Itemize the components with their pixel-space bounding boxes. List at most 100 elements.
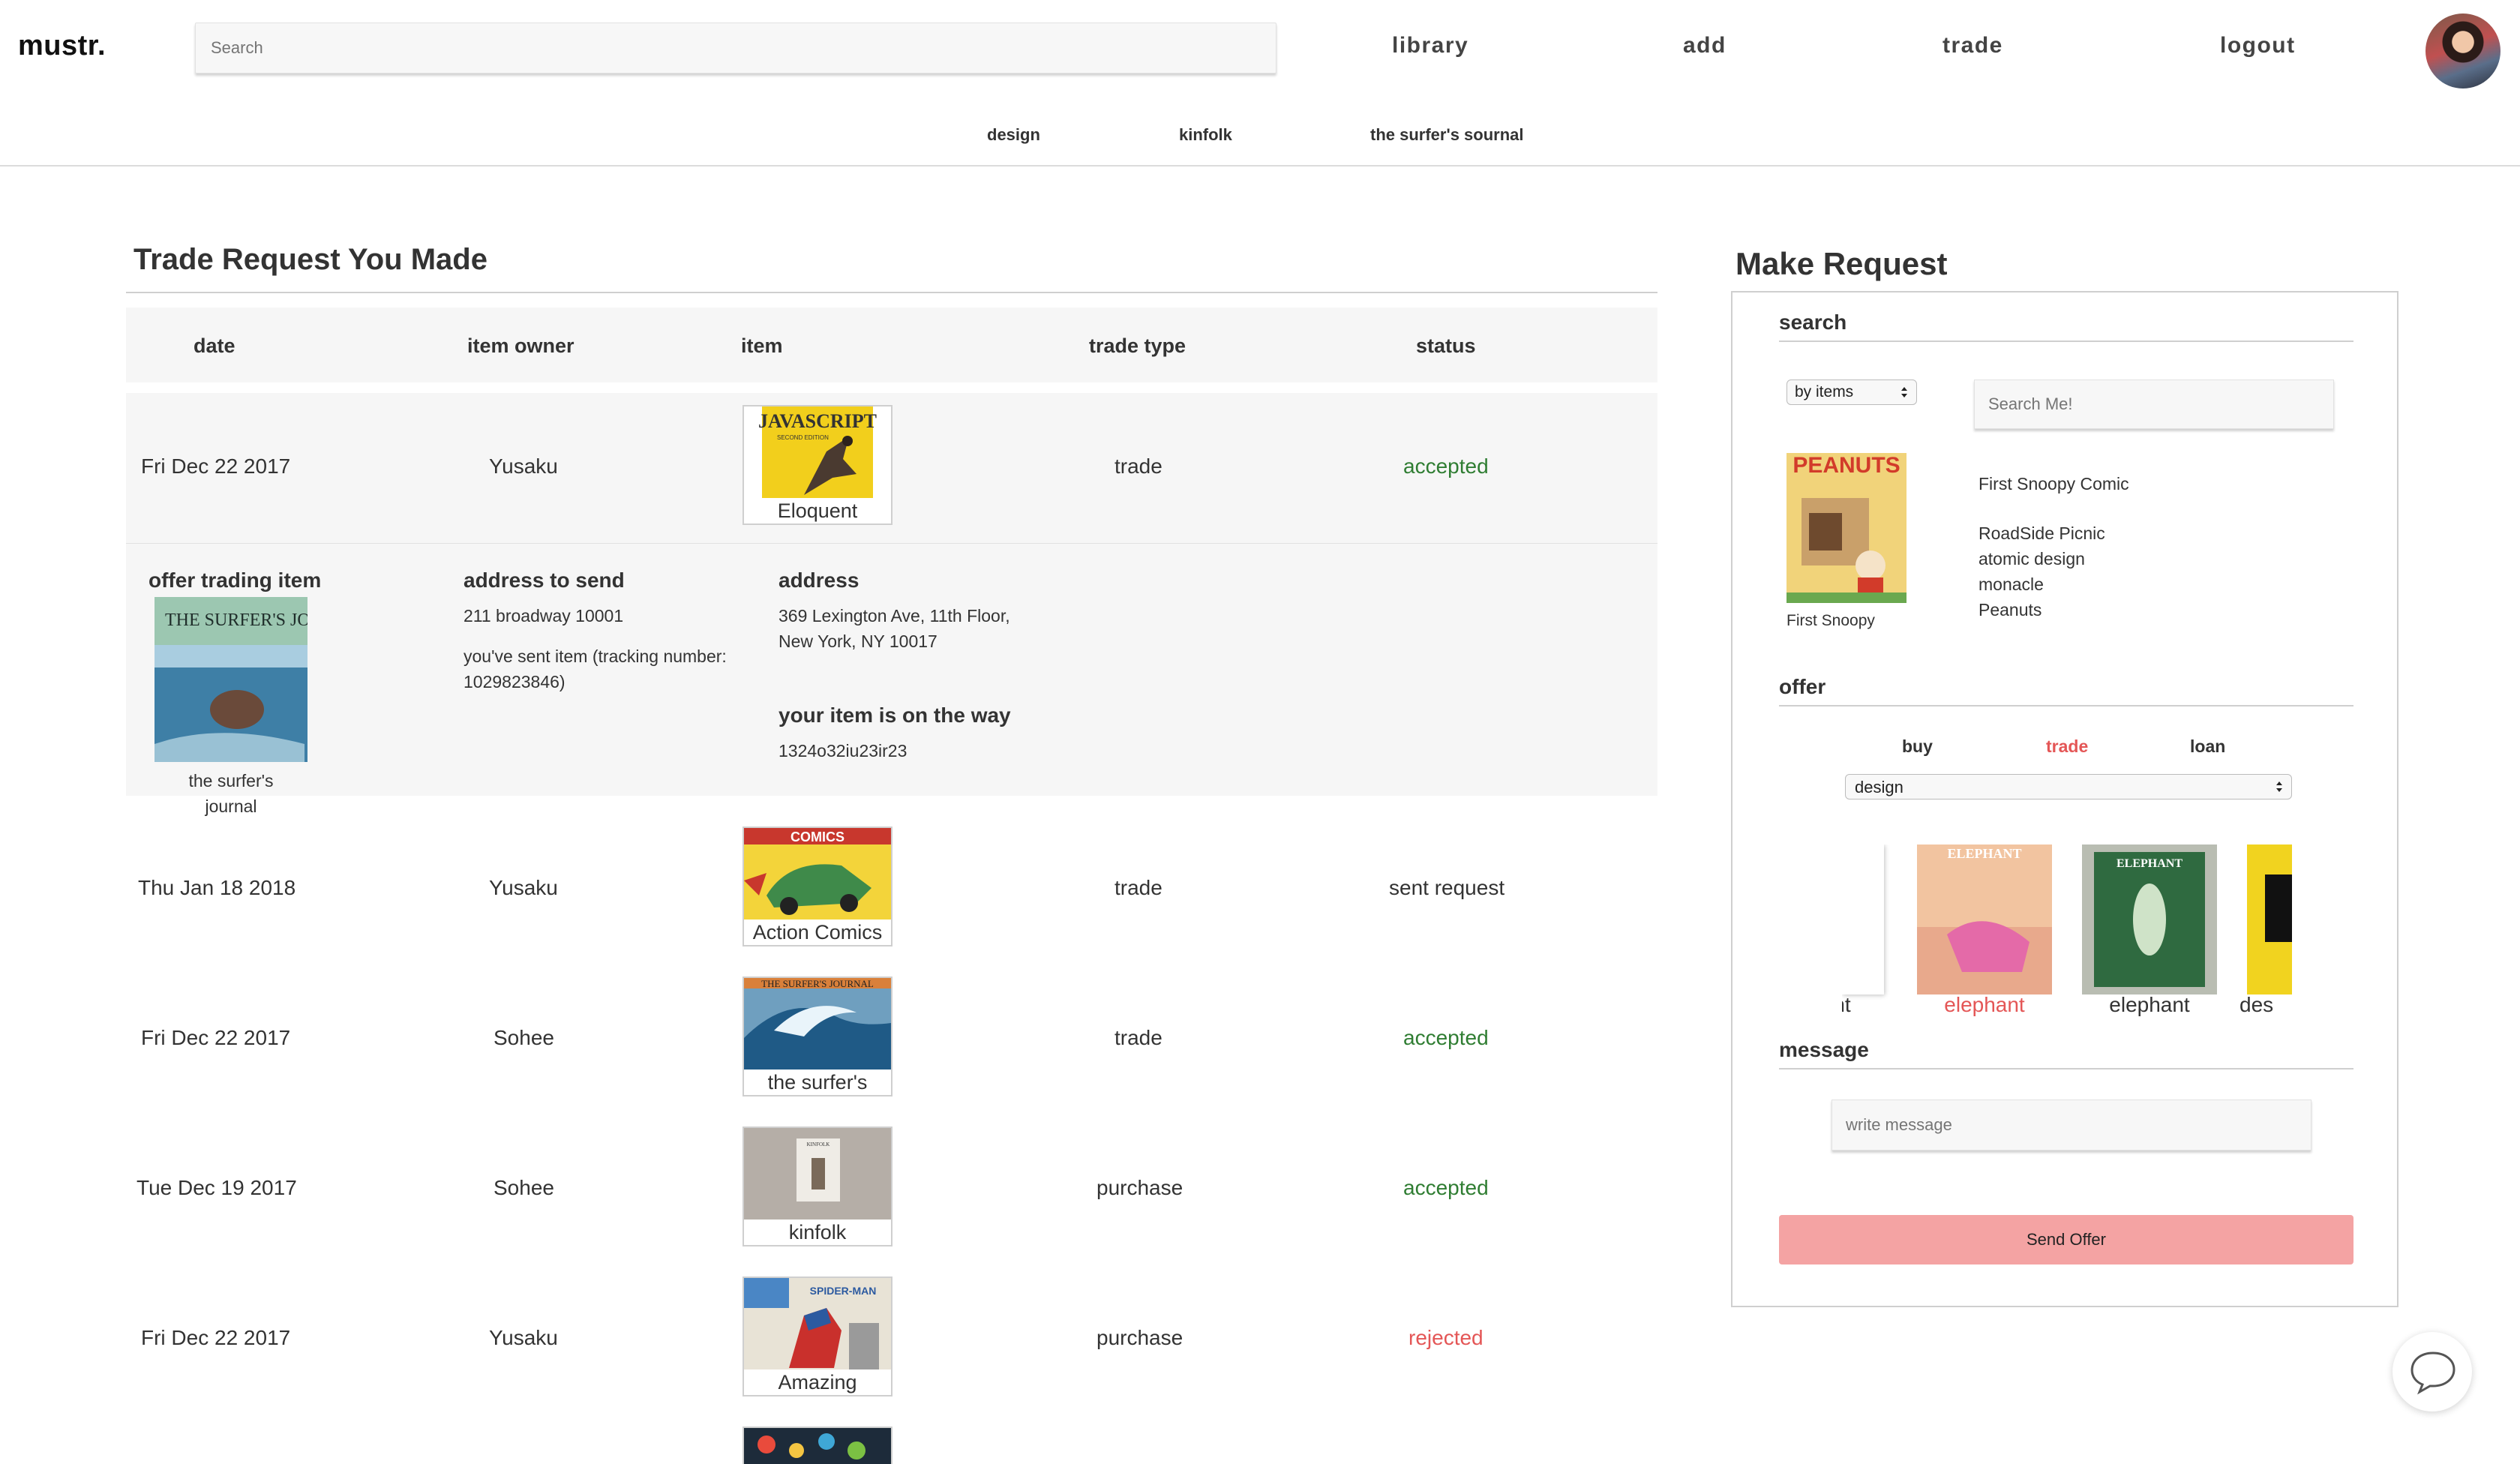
address-line-2: New York, NY 10017: [778, 632, 938, 651]
search-mode-select[interactable]: by items: [1786, 380, 1917, 405]
message-field[interactable]: [1832, 1100, 2312, 1150]
message-section-label: message: [1779, 1038, 1869, 1061]
svg-text:COMICS: COMICS: [790, 830, 844, 844]
nav-trade-link[interactable]: trade: [1942, 33, 2003, 58]
select-arrows-icon: [2276, 782, 2282, 792]
search-section-label: search: [1779, 310, 1847, 334]
select-arrows-icon: [1901, 387, 1907, 398]
row-owner: Yusaku: [489, 454, 558, 478]
svg-text:ELEPHANT: ELEPHANT: [2116, 857, 2182, 870]
status-badge: accepted: [1403, 1026, 1489, 1049]
carousel-item-cover[interactable]: [1842, 844, 1884, 994]
global-search-input[interactable]: [196, 23, 1276, 73]
chat-button[interactable]: [2392, 1332, 2472, 1412]
offer-tab-trade[interactable]: trade: [2046, 736, 2088, 757]
result-item[interactable]: Peanuts: [1978, 600, 2042, 620]
message-input[interactable]: [1832, 1100, 2311, 1150]
carousel-item-caption: des: [2240, 993, 2274, 1016]
user-avatar[interactable]: [2426, 14, 2500, 88]
item-search-field[interactable]: [1974, 380, 2334, 429]
row-trade-type: trade: [1114, 454, 1162, 478]
kinfolk-cover: KINFOLK: [744, 1128, 891, 1220]
status-badge: accepted: [1403, 1176, 1489, 1199]
row-trade-type: trade: [1114, 876, 1162, 899]
result-item[interactable]: First Snoopy Comic: [1978, 474, 2129, 494]
surfers-journal-cover: THE SURFER'S JOURNAL: [744, 978, 891, 1070]
carousel-item-caption: nt: [1842, 993, 1851, 1016]
result-item[interactable]: atomic design: [1978, 549, 2085, 569]
item-caption: Action Comics: [752, 921, 883, 944]
col-header-date: date: [194, 334, 236, 357]
section-divider: [1779, 705, 2354, 706]
svg-text:SPIDER-MAN: SPIDER-MAN: [810, 1285, 877, 1297]
row-owner: Yusaku: [489, 1326, 558, 1349]
global-search-field[interactable]: [195, 22, 1276, 74]
subnav-surfers-journal-link[interactable]: the surfer's sournal: [1370, 125, 1524, 145]
action-comics-cover: COMICS: [744, 828, 891, 920]
trade-requests-title: Trade Request You Made: [134, 243, 488, 276]
col-header-item-owner: item owner: [467, 334, 574, 357]
nav-logout-link[interactable]: logout: [2220, 33, 2296, 58]
row-owner: Sohee: [494, 1176, 554, 1199]
result-caption: First Snoopy: [1786, 612, 1875, 629]
chat-bubble-icon: [2410, 1352, 2456, 1395]
item-thumbnail[interactable]: THE SURFER'S JOURNAL the surfer's: [742, 976, 892, 1096]
carousel-item-cover[interactable]: [2247, 844, 2292, 994]
address-line-1: 369 Lexington Ave, 11th Floor,: [778, 606, 1010, 626]
carousel-item-cover[interactable]: ELEPHANT: [2082, 844, 2217, 994]
col-header-trade-type: trade type: [1089, 334, 1186, 357]
category-select-value: design: [1855, 778, 1904, 796]
item-caption: Eloquent: [777, 500, 858, 522]
tracking-number: 1324o32iu23ir23: [778, 741, 908, 760]
title-divider: [126, 292, 1658, 293]
svg-text:JAVASCRIPT: JAVASCRIPT: [758, 410, 877, 432]
col-header-status: status: [1416, 334, 1476, 357]
offered-item-cover[interactable]: THE SURFER'S JOURNAL: [154, 597, 308, 762]
category-select[interactable]: design: [1845, 774, 2292, 800]
svg-text:ELEPHANT: ELEPHANT: [1947, 846, 2021, 861]
row-date: Fri Dec 22 2017: [141, 1026, 291, 1049]
section-divider: [1779, 340, 2354, 342]
address-label: address: [778, 568, 860, 592]
item-thumbnail[interactable]: KINFOLK kinfolk: [742, 1126, 892, 1246]
svg-text:THE SURFER'S JOURNAL: THE SURFER'S JOURNAL: [165, 610, 308, 630]
row-trade-type: purchase: [1096, 1176, 1184, 1199]
item-on-the-way-label: your item is on the way: [778, 704, 1011, 727]
app-logo[interactable]: mustr.: [18, 30, 106, 62]
carousel-item-caption: elephant: [2109, 993, 2190, 1016]
row-date: Thu Jan 18 2018: [138, 876, 296, 899]
item-caption: kinfolk: [788, 1221, 847, 1244]
nav-library-link[interactable]: library: [1392, 33, 1468, 58]
search-mode-value: by items: [1795, 383, 1854, 400]
row-date: Tue Dec 19 2017: [136, 1176, 297, 1199]
subnav-design-link[interactable]: design: [987, 125, 1040, 145]
send-offer-button[interactable]: Send Offer: [1779, 1215, 2354, 1264]
svg-text:KINFOLK: KINFOLK: [807, 1142, 830, 1148]
item-thumbnail[interactable]: JAVASCRIPT SECOND EDITION Eloquent: [742, 405, 892, 525]
row-owner: Sohee: [494, 1026, 554, 1049]
row-date: Fri Dec 22 2017: [141, 454, 291, 478]
peanuts-result-cover[interactable]: PEANUTS: [1786, 453, 1906, 603]
make-request-title: Make Request: [1736, 246, 1948, 281]
item-thumbnail[interactable]: [742, 1426, 892, 1464]
item-thumbnail[interactable]: COMICS Action Comics: [742, 826, 892, 946]
item-search-input[interactable]: [1975, 380, 2333, 428]
offer-section-label: offer: [1779, 675, 1826, 698]
result-item[interactable]: RoadSide Picnic: [1978, 524, 2105, 544]
carousel-item-caption: elephant: [1944, 993, 2025, 1016]
offer-tab-loan[interactable]: loan: [2190, 736, 2225, 757]
svg-text:SECOND EDITION: SECOND EDITION: [777, 434, 829, 441]
result-item[interactable]: monacle: [1978, 574, 2044, 595]
subnav-kinfolk-link[interactable]: kinfolk: [1179, 125, 1232, 145]
nav-add-link[interactable]: add: [1683, 33, 1726, 58]
item-thumbnail[interactable]: SPIDER-MAN Amazing: [742, 1276, 892, 1396]
address-to-send-value: 211 broadway 10001: [464, 606, 624, 626]
row-owner: Yusaku: [489, 876, 558, 899]
offer-tab-buy[interactable]: buy: [1902, 736, 1933, 757]
carousel-item-cover[interactable]: ELEPHANT: [1917, 844, 2052, 994]
row-trade-type: purchase: [1096, 1326, 1184, 1349]
section-divider: [1779, 1068, 2354, 1070]
offer-item-carousel[interactable]: nt ELEPHANT elephant ELEPHANT elephant d…: [1842, 844, 2292, 1024]
row-trade-type: trade: [1114, 1026, 1162, 1049]
status-badge: rejected: [1408, 1326, 1484, 1349]
